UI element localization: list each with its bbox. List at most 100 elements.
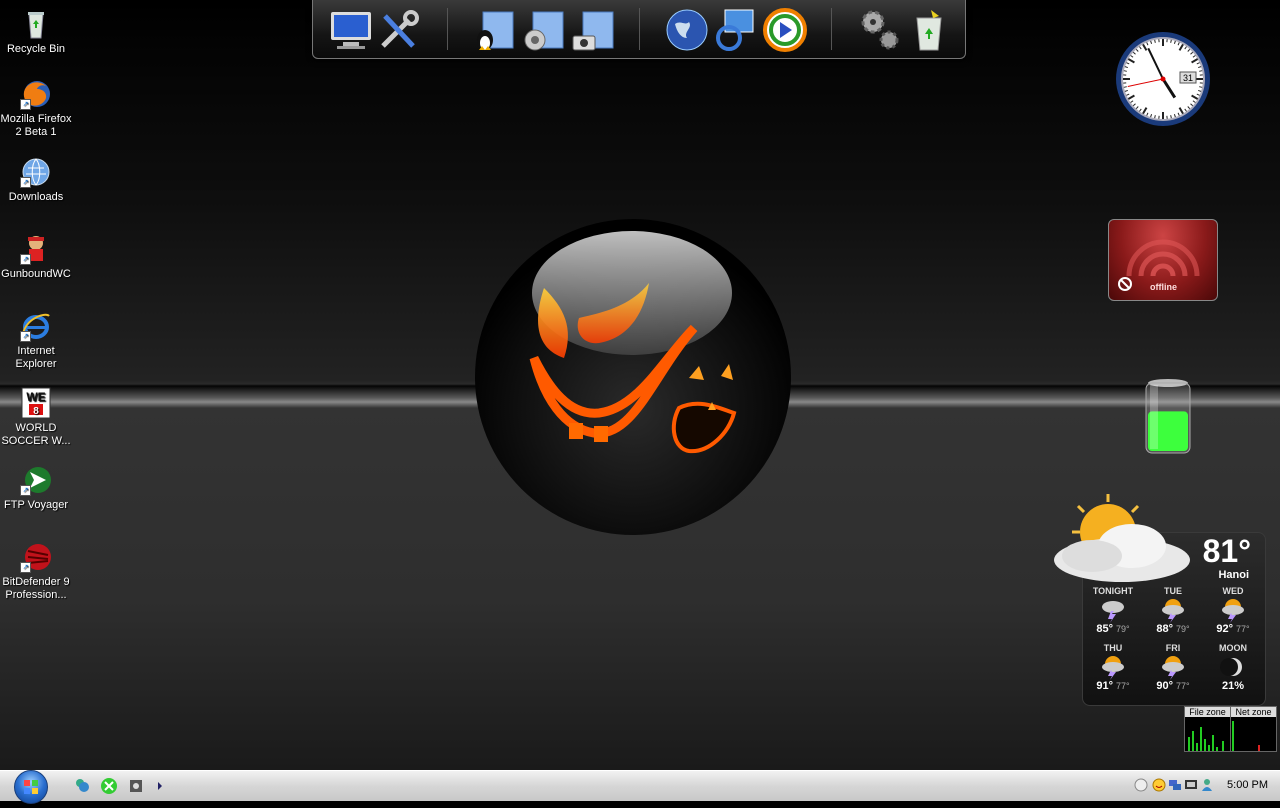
quick-launch-media[interactable] — [127, 777, 145, 795]
dock-separator — [639, 8, 640, 50]
blocked-icon — [1117, 276, 1133, 292]
forecast-day-label: FRI — [1143, 643, 1203, 653]
dock-item-mail[interactable] — [711, 6, 759, 54]
xbox-icon — [100, 777, 118, 795]
dock-item-pictures-folder[interactable] — [569, 6, 617, 54]
forecast-low: 77° — [1236, 624, 1250, 634]
tray-item[interactable] — [1168, 778, 1182, 792]
my-computer-icon — [327, 6, 375, 54]
gunbound-icon: ↗ — [20, 233, 52, 265]
quick-launch-messenger[interactable] — [73, 777, 91, 795]
clock-tick — [1155, 115, 1156, 118]
file-zone-label: File zone — [1185, 707, 1230, 717]
world-soccer-badge: WE — [26, 390, 45, 404]
tray-item[interactable] — [1152, 778, 1166, 792]
zone-meters: File zone Net zone — [1184, 706, 1276, 750]
dock-separator — [831, 8, 832, 50]
shortcut-arrow-icon: ↗ — [20, 562, 31, 573]
quick-launch-more[interactable] — [155, 777, 165, 795]
battery-gadget[interactable] — [1140, 377, 1196, 459]
forecast-low: 79° — [1176, 624, 1190, 634]
tray-item[interactable] — [1134, 778, 1148, 792]
desktop-icon-bitdefender[interactable]: ↗ BitDefender 9 Profession... — [0, 541, 72, 602]
dock-item-media-player[interactable] — [761, 6, 809, 54]
desktop-icon-gunbound[interactable]: ↗ GunboundWC — [0, 233, 72, 281]
desktop-icon-label: Downloads — [0, 191, 72, 204]
tray-monitor-icon — [1184, 778, 1198, 792]
svg-text:8: 8 — [33, 406, 39, 417]
weather-current-conditions — [1052, 490, 1212, 590]
dock-item-settings[interactable] — [855, 6, 903, 54]
desktop-icon-label: WORLD SOCCER W... — [0, 422, 72, 448]
clock-gadget[interactable]: 31 — [1114, 30, 1212, 128]
dock-item-linux-folder[interactable] — [469, 6, 517, 54]
file-zone-graph-icon — [1185, 717, 1230, 751]
recycle-bin-icon — [905, 6, 953, 54]
mail-icon — [711, 6, 759, 54]
desktop-icon-downloads[interactable]: ↗ Downloads — [0, 156, 72, 204]
shortcut-arrow-icon: ↗ — [20, 177, 31, 188]
forecast-moon: MOON 21% — [1203, 643, 1263, 692]
battery-icon — [1140, 377, 1196, 459]
forecast-high: 85° — [1096, 623, 1113, 635]
forecast-day-label: MOON — [1203, 643, 1263, 653]
forecast-day: FRI 90° 77° — [1143, 643, 1203, 692]
desktop-icon-label: BitDefender 9 Profession... — [0, 576, 72, 602]
dock-item-tools[interactable] — [375, 6, 423, 54]
desktop-icon-label: Mozilla Firefox 2 Beta 1 — [0, 113, 72, 139]
tray-user-icon — [1200, 778, 1214, 792]
desktop-icon-internet-explorer[interactable]: ↗ Internet Explorer — [0, 310, 72, 371]
moon-illumination: 21% — [1222, 680, 1244, 692]
clock-tick — [1199, 87, 1202, 88]
tray-item[interactable] — [1200, 778, 1214, 792]
desktop-icon-label: FTP Voyager — [0, 499, 72, 512]
world-soccer-icon: WE 8 — [20, 387, 52, 419]
tray-smiley-icon — [1152, 778, 1166, 792]
quick-launch-xbox[interactable] — [100, 777, 118, 795]
linux-folder-icon — [469, 6, 517, 54]
music-folder-icon — [519, 6, 567, 54]
net-zone-meter: Net zone — [1230, 706, 1277, 752]
shortcut-arrow-icon: ↗ — [20, 254, 31, 265]
clock-tick — [1171, 40, 1172, 43]
forecast-low: 77° — [1176, 681, 1190, 691]
sun-thunderstorm-icon — [1159, 597, 1187, 623]
tray-network-icon — [1168, 778, 1182, 792]
clock-tick — [1155, 40, 1156, 43]
firefox-icon: ↗ — [20, 78, 52, 110]
desktop-icon-world-soccer[interactable]: WE 8 WORLD SOCCER W... — [0, 387, 72, 448]
desktop-icon-firefox[interactable]: ↗ Mozilla Firefox 2 Beta 1 — [0, 78, 72, 139]
network-status: offline — [1150, 282, 1177, 292]
system-tray: 5:00 PM — [1122, 771, 1280, 801]
dock-item-music-folder[interactable] — [519, 6, 567, 54]
settings-gears-icon — [855, 6, 903, 54]
network-gadget[interactable]: offline — [1108, 219, 1218, 301]
sun-thunderstorm-icon — [1159, 654, 1187, 680]
forecast-high: 92° — [1216, 623, 1233, 635]
net-zone-label: Net zone — [1231, 707, 1276, 717]
forecast-high: 91° — [1096, 680, 1113, 692]
tray-clock[interactable]: 5:00 PM — [1227, 779, 1268, 791]
start-button[interactable] — [14, 770, 48, 804]
shortcut-arrow-icon: ↗ — [20, 331, 31, 342]
file-zone-meter: File zone — [1184, 706, 1231, 752]
forecast-day: THU 91° 77° — [1083, 643, 1143, 692]
bitdefender-icon: ↗ — [20, 541, 52, 573]
desktop-icon-ftp-voyager[interactable]: ↗ FTP Voyager — [0, 464, 72, 512]
globe-icon — [663, 6, 711, 54]
shortcut-arrow-icon: ↗ — [20, 485, 31, 496]
clock-tick — [1171, 115, 1172, 118]
forecast-day-label: WED — [1203, 586, 1263, 596]
clock-tick — [1199, 71, 1202, 72]
pictures-folder-icon — [569, 6, 617, 54]
dock-item-my-computer[interactable] — [327, 6, 375, 54]
tray-item[interactable] — [1184, 778, 1198, 792]
dock-separator — [447, 8, 448, 50]
tools-icon — [375, 6, 423, 54]
dock-item-recycle-bin[interactable] — [905, 6, 953, 54]
desktop-icon-recycle-bin[interactable]: Recycle Bin — [0, 8, 72, 56]
clock-tick — [1124, 87, 1127, 88]
dock-item-globe[interactable] — [663, 6, 711, 54]
desktop-icon-label: GunboundWC — [0, 268, 72, 281]
partly-cloudy-icon — [1052, 490, 1212, 590]
